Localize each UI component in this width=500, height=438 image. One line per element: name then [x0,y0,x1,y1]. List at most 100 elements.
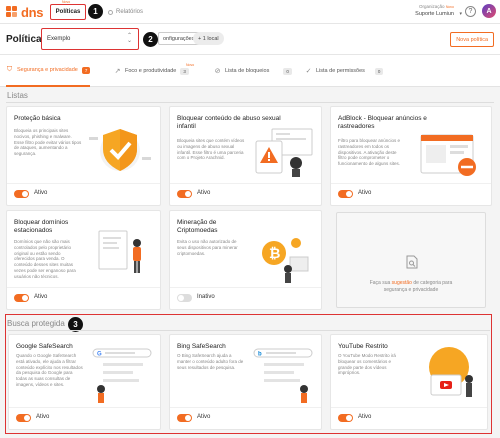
logo-icon [6,5,19,19]
help-icon[interactable]: ? [465,6,476,17]
card-title: YouTube Restrito [338,343,388,350]
avatar[interactable]: A [482,4,496,18]
toggle-status: Inativo [197,294,215,300]
toggle-status: Ativo [34,294,48,300]
card-desc: Evita o uso não autorizado de seus dispo… [177,239,238,256]
org-name: Suporte Lumiun [415,11,454,17]
toggle-switch[interactable] [177,414,192,422]
callout-2: 2 [143,32,158,47]
suggest-text: Faça sua sugestão de categoria para segu… [367,280,455,294]
adblock-illustration-icon [420,134,476,176]
dns-logo[interactable]: dns [6,4,44,20]
new-policy-button[interactable]: Nova política [450,32,494,47]
card-title: Bing SafeSearch [177,343,226,350]
toggle-switch[interactable] [14,190,29,198]
tabs-bar: ⛉ Segurança e privacidade 7 ↗ Foco e pro… [0,55,500,87]
card-footer: Ativo [7,287,160,309]
toggle-switch[interactable] [177,294,192,302]
card-title: Bloquear domínios estacionados [14,219,69,234]
section-divider [6,102,494,103]
toggle-switch[interactable] [338,190,353,198]
local-button-label: + 1 local [198,35,219,42]
check-icon: ✓ [305,68,312,75]
youtube-illustration-icon [429,347,473,397]
tab-count: 0 [374,67,384,75]
card-bing-safesearch: Bing SafeSearch O Bing SafeSearch ajuda … [169,334,322,430]
shield-illustration-icon [89,129,151,171]
card-adblock: AdBlock - Bloquear anúncios e rastreador… [330,106,492,206]
section-title-lists: Listas [7,91,28,100]
card-youtube-restricted: YouTube Restrito O YouTube Modo Restrito… [330,334,488,430]
tab-allow-list[interactable]: ✓ Lista de permissões 0 [305,55,384,87]
chevron-updown-icon: ⌃ ⌄ [126,33,132,44]
policy-select-value: Exemplo [47,36,71,42]
tab-label: Foco e produtividade [125,68,177,74]
toggle-status: Ativo [197,414,211,420]
card-footer: Ativo [331,183,491,205]
tab-count: 3 [180,67,189,75]
document-search-icon [406,255,418,269]
card-title: Proteção básica [14,115,61,122]
toggle-status: Ativo [36,414,50,420]
parked-domain-illustration-icon [98,230,141,273]
card-desc: O Bing SafeSearch ajuda a manter o conte… [177,353,244,370]
tab-block-list[interactable]: ⊘ Lista de bloqueios 0 [214,55,292,87]
toggle-switch[interactable] [16,414,31,422]
nav-policies-label: Políticas [55,9,81,15]
tab-count: 7 [81,66,91,74]
toggle-status: Ativo [358,190,372,196]
svg-text:G: G [97,352,102,358]
card-desc: Bloqueia sites que contém vídeos ou imag… [177,138,245,161]
toggle-status: Ativo [358,414,372,420]
block-icon: ⊘ [214,68,221,75]
nav-policies-new-badge: Novo [62,0,71,4]
card-footer: Ativo [7,183,160,205]
toggle-switch[interactable] [338,414,353,422]
nav-reports-label: Relatórios [116,9,144,15]
nav-reports[interactable]: Relatórios [108,4,143,20]
top-bar: dns Políticas Novo 1 Relatórios Organiza… [0,0,500,24]
tab-label: Lista de permissões [316,68,365,74]
google-search-illustration-icon: G [92,348,152,403]
card-footer: Inativo [170,287,321,309]
card-title: Google SafeSearch [16,343,73,350]
tab-new-badge: Novo [186,63,195,67]
card-footer: Ativo [331,407,487,429]
suggest-prefix: Faça sua [369,280,392,286]
org-selector[interactable]: Organização Novo Suporte Lumiun [415,4,454,17]
brand-name: dns [21,4,44,20]
card-title: AdBlock - Bloquear anúncios e rastreador… [338,115,427,130]
card-csam-block: Bloquear conteúdo de abuso sexual infant… [169,106,322,206]
card-footer: Ativo [9,407,160,429]
trend-icon: ↗ [114,68,121,75]
page-title: Política [6,34,42,45]
tab-focus-productivity[interactable]: ↗ Foco e produtividade 3 [114,55,189,87]
shield-icon: ⛉ [6,66,13,73]
local-button[interactable]: + 1 local [193,32,224,45]
card-desc: Quando o Google SafeSearch está ativado,… [16,353,83,387]
settings-button-label: onfigurações [163,35,195,42]
nav-policies[interactable]: Políticas [50,4,86,20]
card-footer: Ativo [170,183,321,205]
reports-icon [108,9,113,15]
card-desc: Domínios que não são mais controlados pe… [14,239,76,279]
warning-illustration-icon [255,128,313,177]
card-desc: O YouTube Modo Restrito irá bloquear os … [338,353,396,376]
tab-count: 0 [283,67,292,75]
toggle-switch[interactable] [14,294,29,302]
tab-label: Segurança e privacidade [17,67,78,73]
org-label: Organização [419,4,445,9]
chevron-down-icon[interactable]: ▾ [459,11,462,17]
bing-search-illustration-icon: b [253,348,313,403]
card-parked-domains: Bloquear domínios estacionados Domínios … [6,210,161,310]
new-policy-button-label: Nova política [456,36,488,43]
toggle-switch[interactable] [177,190,192,198]
card-desc: Bloqueia os principais sites nocivos, ph… [14,128,82,157]
tab-security-privacy[interactable]: ⛉ Segurança e privacidade 7 [6,55,91,87]
suggest-link[interactable]: sugestão [392,280,412,286]
policy-select[interactable]: Exemplo ⌃ ⌄ [41,28,139,50]
section-divider [8,330,490,331]
card-crypto-mining: Mineração de Criptomoedas Evita o uso nã… [169,210,322,310]
card-basic-protection: Proteção básica Bloqueia os principais s… [6,106,161,206]
suggest-category-card[interactable]: Faça sua sugestão de categoria para segu… [336,212,486,308]
